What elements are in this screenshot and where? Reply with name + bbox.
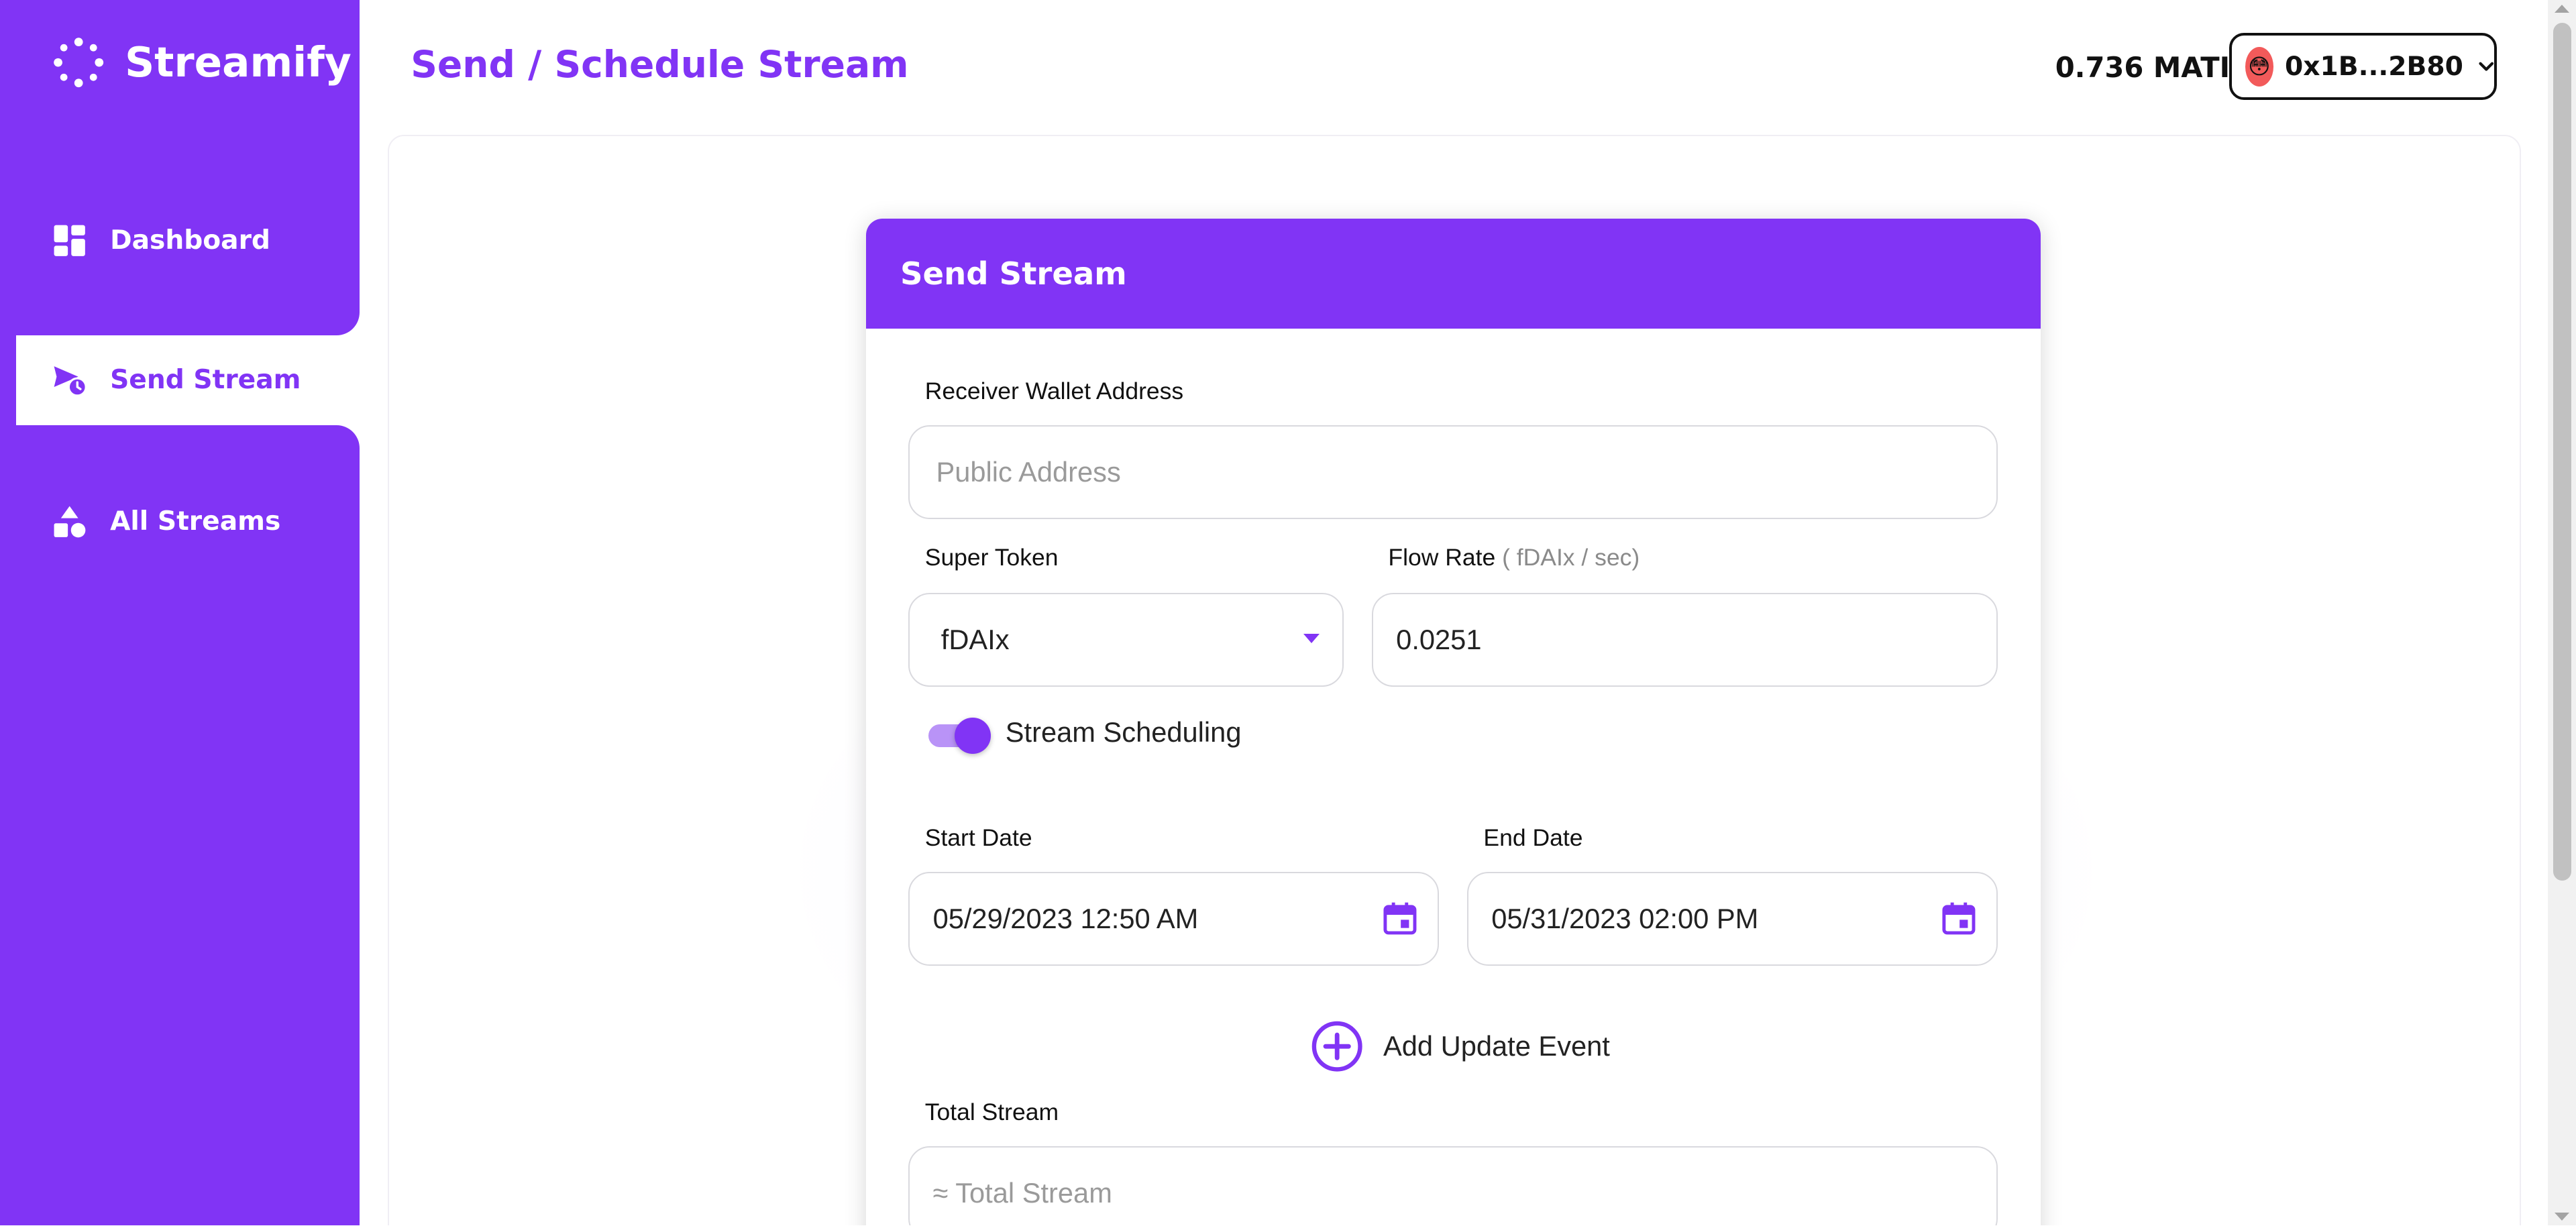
flow-rate-label-text: Flow Rate	[1388, 543, 1496, 571]
wallet-button[interactable]: 😳 0x1B...2B80	[2229, 32, 2498, 101]
total-stream-label: Total Stream	[924, 1099, 1059, 1126]
flow-rate-field[interactable]: 0.0251	[1371, 593, 1998, 687]
end-date-value: 05/31/2023 02:00 PM	[1491, 903, 1759, 935]
card-title: Send Stream	[865, 218, 2041, 329]
sidebar-item-label: Send Stream	[110, 365, 301, 396]
start-date-label: Start Date	[924, 824, 1032, 852]
total-stream-field[interactable]: ≈ Total Stream	[908, 1146, 1998, 1225]
sidebar-item-all-streams[interactable]: All Streams	[16, 476, 360, 567]
send-stream-card: Send Stream Receiver Wallet Address Supe…	[865, 218, 2041, 1225]
receiver-label: Receiver Wallet Address	[924, 378, 1184, 405]
brand-name: Streamify	[125, 38, 352, 87]
flow-rate-label: Flow Rate ( fDAIx / sec)	[1388, 544, 1640, 571]
app-root: Streamify Dashboard Send Stream All Stre…	[0, 0, 2576, 1225]
wallet-balance: 0.736 MATIC	[2055, 50, 2251, 84]
stream-scheduling-toggle[interactable]	[928, 716, 991, 756]
end-date-field[interactable]: 05/31/2023 02:00 PM	[1466, 872, 1998, 966]
send-clock-icon	[54, 366, 87, 397]
scroll-up-arrow-icon[interactable]	[2555, 5, 2570, 13]
shapes-icon	[54, 506, 86, 538]
emoji-avatar-icon: 😳	[2245, 46, 2273, 87]
wallet-address: 0x1B...2B80	[2285, 51, 2463, 82]
super-token-value: fDAIx	[941, 623, 1010, 655]
caret-down-icon	[1303, 633, 1320, 643]
sidebar-item-label: All Streams	[110, 506, 281, 537]
calendar-icon[interactable]	[1941, 900, 1977, 936]
end-date-label: End Date	[1483, 824, 1583, 852]
calendar-icon[interactable]	[1382, 900, 1418, 936]
stream-scheduling-label: Stream Scheduling	[1005, 716, 1242, 748]
sidebar-edge	[0, 312, 17, 444]
brand[interactable]: Streamify	[52, 36, 352, 89]
start-date-value: 05/29/2023 12:50 AM	[932, 903, 1199, 935]
toggle-knob	[954, 718, 991, 755]
super-token-label: Super Token	[924, 543, 1059, 571]
sidebar: Streamify Dashboard Send Stream All Stre…	[0, 0, 360, 1225]
dashboard-grid-icon	[54, 225, 86, 256]
receiver-address-input[interactable]	[932, 454, 1996, 490]
sidebar-item-label: Dashboard	[110, 225, 270, 256]
super-token-select[interactable]: fDAIx	[908, 593, 1344, 687]
page-title: Send / Schedule Stream	[411, 42, 909, 86]
receiver-address-field[interactable]	[908, 425, 1998, 519]
chevron-down-icon	[2479, 62, 2494, 71]
total-stream-placeholder: ≈ Total Stream	[932, 1177, 1112, 1209]
page-scrollbar[interactable]	[2548, 0, 2576, 1225]
plus-circle-icon	[1311, 1021, 1362, 1072]
flow-rate-unit: ( fDAIx / sec)	[1502, 543, 1640, 571]
start-date-field[interactable]: 05/29/2023 12:50 AM	[908, 872, 1440, 966]
flow-rate-value: 0.0251	[1396, 623, 1482, 655]
scrollbar-thumb[interactable]	[2553, 23, 2571, 881]
sidebar-item-send-stream[interactable]: Send Stream	[16, 335, 360, 426]
sidebar-item-dashboard[interactable]: Dashboard	[16, 195, 360, 286]
add-update-event-button[interactable]: Add Update Event	[1311, 1020, 1610, 1072]
scroll-down-arrow-icon[interactable]	[2555, 1212, 2570, 1221]
add-update-event-label: Add Update Event	[1383, 1029, 1610, 1062]
sparkle-burst-icon	[54, 38, 104, 88]
